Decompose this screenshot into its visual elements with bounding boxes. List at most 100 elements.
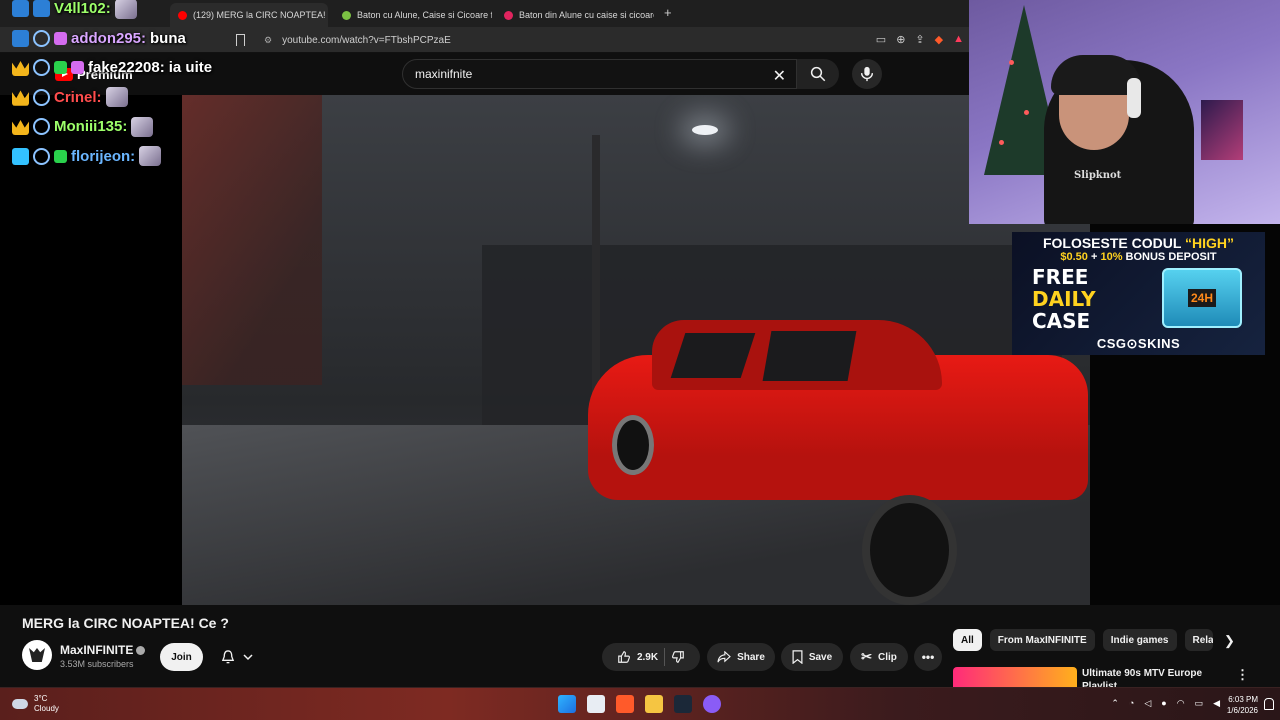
wall-poster <box>1201 100 1243 160</box>
taskbar-clock[interactable]: 6:03 PM 1/6/2026 <box>1227 694 1258 716</box>
car-wheel <box>862 495 957 605</box>
steam-icon[interactable] <box>674 695 692 713</box>
ad-offer-plus: + <box>1087 251 1101 263</box>
recommendation-menu-icon[interactable]: ⋮ <box>1236 667 1249 683</box>
share-button[interactable]: Share <box>707 643 775 671</box>
chat-username: florijeon: <box>71 147 136 165</box>
share-page-icon[interactable]: ⇪ <box>915 33 924 46</box>
clip-button[interactable]: ✂ Clip <box>850 643 908 671</box>
recommended-video-thumbnail[interactable] <box>953 667 1077 687</box>
chevron-right-icon[interactable]: ❯ <box>1224 633 1235 649</box>
windows-start-icon[interactable] <box>558 695 576 713</box>
ad-offer-amount: $0.50 <box>1060 251 1088 263</box>
temperature: 3°C <box>34 694 48 703</box>
video-title: MERG la CIRC NOAPTEA! Ce ? <box>22 615 229 631</box>
robot-badge-icon <box>33 147 50 165</box>
chat-username: addon295: <box>71 29 147 47</box>
clear-search-icon[interactable]: ✕ <box>773 66 786 86</box>
weather-widget[interactable]: 3°C Cloudy <box>12 694 59 714</box>
notifications-button[interactable] <box>212 643 262 671</box>
divider <box>664 648 666 666</box>
clip-label: Clip <box>878 651 897 663</box>
chip-related[interactable]: Rela <box>1184 629 1213 651</box>
voice-search-button[interactable] <box>852 59 882 89</box>
url-field[interactable]: ⚙ youtube.com/watch?v=FTbshPCPzaE <box>256 30 856 50</box>
channel-avatar[interactable] <box>22 640 52 670</box>
ad-line: FREE <box>1032 265 1089 289</box>
wifi-icon[interactable]: ◠ <box>1177 698 1185 709</box>
mic-tray-icon[interactable]: ● <box>1161 698 1166 709</box>
chat-message: Moniii135: <box>12 112 272 142</box>
system-tray: ⌃ ◔ ◁ ● ◠ ▭ ◀ <box>1111 698 1220 709</box>
chip-from-channel[interactable]: From MaxINFINITE <box>989 629 1095 651</box>
crown-badge-icon <box>12 60 29 77</box>
recipe-favicon-icon <box>342 10 351 20</box>
ad-offer: $0.50 + 10% BONUS DEPOSIT <box>1012 251 1265 263</box>
thumbs-down-icon[interactable] <box>671 650 685 664</box>
chat-message: florijeon: <box>12 142 272 172</box>
chip-all[interactable]: All <box>953 629 982 651</box>
headset-icon <box>1127 78 1141 118</box>
gift-badge-icon <box>54 61 67 75</box>
brave-browser-icon[interactable] <box>616 695 634 713</box>
join-button[interactable]: Join <box>160 643 203 671</box>
game-badge-icon <box>33 0 50 18</box>
robot-badge-icon <box>33 118 50 136</box>
thumbs-up-icon[interactable] <box>617 650 631 664</box>
speaker-icon[interactable]: ◀ <box>1213 698 1220 709</box>
chat-text: buna <box>150 29 186 47</box>
channel-name[interactable]: MaxINFINITE <box>60 643 146 657</box>
zoom-icon[interactable]: ⊕ <box>896 33 905 46</box>
weather-condition: Cloudy <box>34 704 59 713</box>
bookmark-save-icon <box>792 650 803 664</box>
subscriber-count: 3.53M subscribers <box>60 659 134 669</box>
clock-date: 1/6/2026 <box>1226 706 1258 715</box>
streamer-webcam: Slipknot <box>969 0 1280 224</box>
task-view-icon[interactable] <box>587 695 605 713</box>
chat-emote-icon <box>131 116 154 137</box>
bell-icon <box>221 649 235 663</box>
volume-icon[interactable]: ◁ <box>1144 698 1151 709</box>
save-button[interactable]: Save <box>781 643 843 671</box>
chat-message: addon295: buna <box>12 24 272 54</box>
video-frame-scene <box>182 95 1090 605</box>
subscriber-badge-icon <box>12 0 29 18</box>
search-button[interactable] <box>797 59 839 89</box>
new-tab-button[interactable]: + <box>664 5 672 20</box>
tree-light <box>1009 60 1014 65</box>
browser-tab-recipe-1[interactable]: Baton cu Alune, Caise si Cicoare fara <box>334 3 492 27</box>
display-icon[interactable]: ▭ <box>1195 698 1204 709</box>
search-query: maxinifnite <box>415 67 473 81</box>
file-explorer-icon[interactable] <box>645 695 663 713</box>
chat-username: Crinel: <box>54 88 102 106</box>
chat-message: V4ll102: <box>12 0 272 24</box>
chip-indie-games[interactable]: Indie games <box>1102 629 1177 651</box>
related-filter-chips: All From MaxINFINITE Indie games Rela <box>953 629 1213 651</box>
brave-shield-icon[interactable]: ◆ <box>935 33 943 46</box>
ad-headline-text: FOLOSESTE CODUL <box>1042 235 1182 251</box>
recommended-video-title[interactable]: Ultimate 90s MTV Europe Playlist <box>1082 667 1222 687</box>
cast-icon[interactable]: ▭ <box>876 33 886 46</box>
gift-badge-icon <box>54 31 67 45</box>
ad-brand-logo: CSG⊙SKINS <box>1096 336 1181 351</box>
sponsor-ad-banner: FOLOSESTE CODUL “HIGH” $0.50 + 10% BONUS… <box>1012 232 1265 355</box>
robot-badge-icon <box>33 29 50 47</box>
subscriber-badge-icon <box>12 29 29 47</box>
rewards-icon[interactable]: ▲ <box>953 33 964 46</box>
gift-badge-icon <box>71 61 84 75</box>
notifications-icon[interactable] <box>1264 698 1274 710</box>
network-icon[interactable]: ◔ <box>1129 698 1134 709</box>
crown-badge-icon <box>12 90 29 106</box>
ad-offer-suffix: BONUS DEPOSIT <box>1122 251 1217 263</box>
tray-overflow-icon[interactable]: ⌃ <box>1111 698 1119 709</box>
ad-line: DAILY <box>1032 287 1096 311</box>
more-actions-button[interactable]: ••• <box>914 643 942 671</box>
like-count[interactable]: 2.9K <box>637 652 658 663</box>
save-label: Save <box>808 651 833 663</box>
share-label: Share <box>737 651 765 663</box>
crown-badge-icon <box>12 119 29 136</box>
browser-tab-recipe-2[interactable]: Baton din Alune cu caise si cicoare, 3 <box>496 3 654 27</box>
like-dislike-group: 2.9K <box>602 643 700 671</box>
discord-icon[interactable] <box>703 695 721 713</box>
search-input[interactable]: maxinifnite ✕ <box>402 59 797 89</box>
